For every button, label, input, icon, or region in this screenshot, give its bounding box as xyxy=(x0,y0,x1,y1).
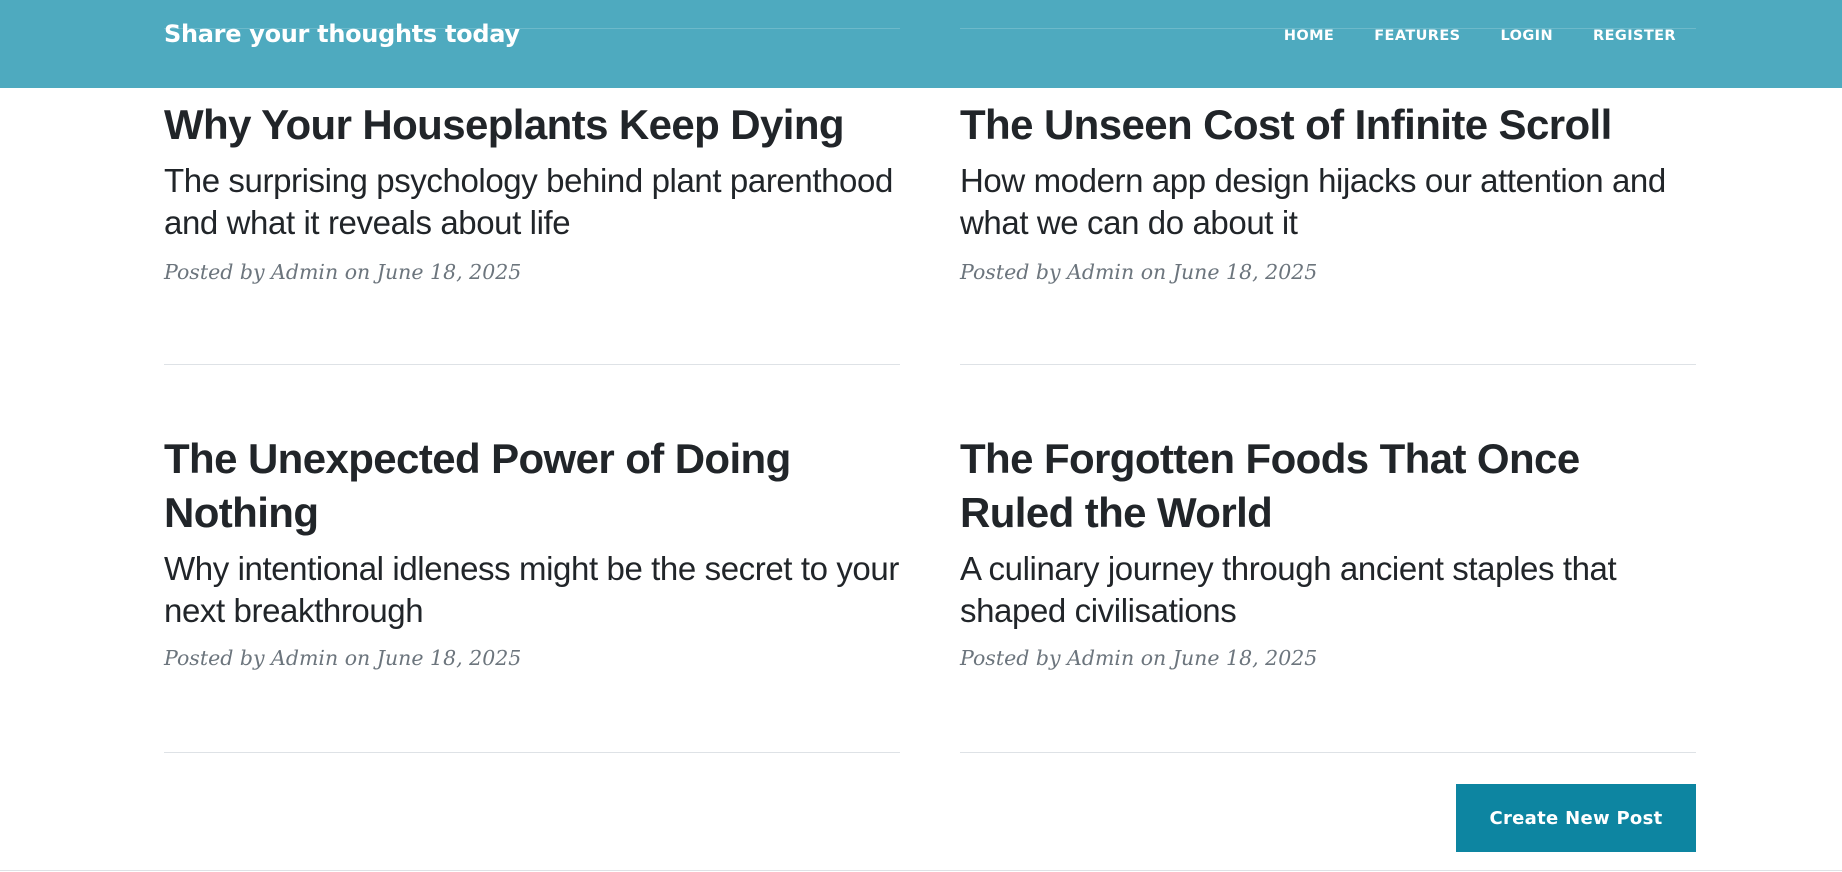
post-meta: Posted by Admin on June 18, 2025 xyxy=(960,260,1318,284)
post-meta: Posted by Admin on June 18, 2025 xyxy=(164,646,522,670)
nav-link-login[interactable]: LOGIN xyxy=(1501,28,1553,44)
create-new-post-button[interactable]: Create New Post xyxy=(1456,784,1696,852)
post-preview: Why Your Houseplants Keep Dying The surp… xyxy=(164,98,900,284)
post-meta: Posted by Admin on June 18, 2025 xyxy=(960,646,1318,670)
post-divider xyxy=(164,364,900,365)
post-preview: The Unexpected Power of Doing Nothing Wh… xyxy=(164,432,900,670)
post-title-link[interactable]: Why Your Houseplants Keep Dying xyxy=(164,98,900,152)
top-navbar: Share your thoughts today HOME FEATURES … xyxy=(0,0,1842,88)
post-subtitle: A culinary journey through ancient stapl… xyxy=(960,550,1617,629)
post-divider xyxy=(960,364,1696,365)
post-title-link[interactable]: The Unseen Cost of Infinite Scroll xyxy=(960,98,1696,152)
post-preview: The Forgotten Foods That Once Ruled the … xyxy=(960,432,1696,670)
post-divider xyxy=(960,752,1696,753)
post-subtitle: Why intentional idleness might be the se… xyxy=(164,550,899,629)
site-brand-link[interactable]: Share your thoughts today xyxy=(164,20,520,48)
post-title-link[interactable]: The Unexpected Power of Doing Nothing xyxy=(164,432,900,540)
nav-link-features[interactable]: FEATURES xyxy=(1374,28,1460,44)
post-meta: Posted by Admin on June 18, 2025 xyxy=(164,260,522,284)
post-divider xyxy=(164,752,900,753)
post-title-link[interactable]: The Forgotten Foods That Once Ruled the … xyxy=(960,432,1696,540)
post-preview: The Unseen Cost of Infinite Scroll How m… xyxy=(960,98,1696,284)
post-subtitle: How modern app design hijacks our attent… xyxy=(960,162,1666,241)
footer-divider xyxy=(0,870,1842,871)
post-subtitle: The surprising psychology behind plant p… xyxy=(164,162,893,241)
main-nav: HOME FEATURES LOGIN REGISTER xyxy=(1244,28,1676,44)
nav-link-home[interactable]: HOME xyxy=(1284,28,1334,44)
nav-link-register[interactable]: REGISTER xyxy=(1593,28,1676,44)
